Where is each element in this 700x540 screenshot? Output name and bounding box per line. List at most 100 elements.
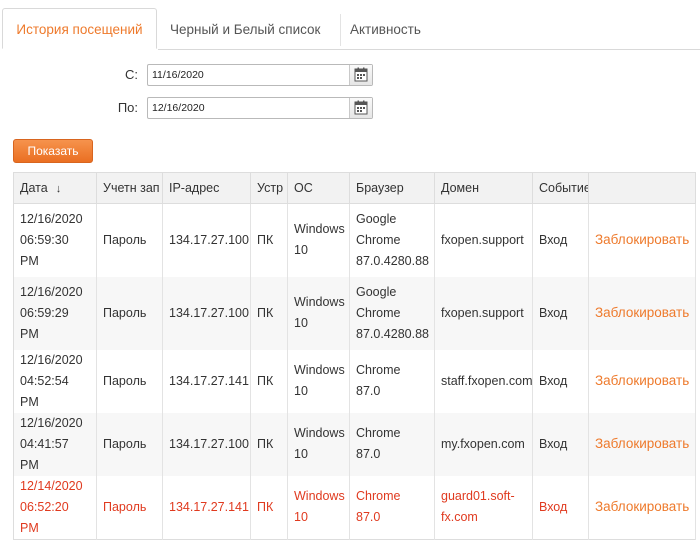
date-text: 12/16/2020 [20, 211, 83, 226]
browser-line: 87.0.4280.88 [356, 326, 429, 341]
to-date-field [147, 97, 373, 119]
cell-os: Windows 10 [287, 412, 350, 476]
os-name: Windows [294, 426, 345, 440]
os-version: 10 [294, 384, 308, 398]
cell-os: Windows 10 [287, 276, 350, 350]
from-date-field [147, 64, 373, 86]
column-header-event[interactable]: Событие [532, 172, 589, 204]
cell-date: 12/16/2020 06:59:29 PM [13, 276, 97, 350]
column-header-ip[interactable]: IP-адрес [162, 172, 251, 204]
cell-action: Заблокировать [588, 475, 696, 539]
cell-account: Пароль [96, 475, 163, 539]
time-text: 04:41:57 PM [20, 436, 69, 472]
date-text: 12/16/2020 [20, 284, 83, 299]
browser-line: Google [356, 284, 397, 299]
cell-action: Заблокировать [588, 349, 696, 413]
tab-black-white-list[interactable]: Черный и Белый список [170, 12, 320, 48]
cell-os: Windows 10 [287, 203, 350, 277]
to-calendar-button[interactable] [349, 98, 372, 118]
time-text: 04:52:54 PM [20, 373, 69, 409]
cell-action: Заблокировать [588, 412, 696, 476]
show-button[interactable]: Показать [13, 139, 93, 163]
os-version: 10 [294, 510, 308, 524]
cell-ip: 134.17.27.100 [162, 203, 251, 277]
tab-bar: История посещений Черный и Белый список … [0, 0, 700, 50]
cell-device: ПК [250, 276, 288, 350]
to-label: По: [117, 100, 138, 115]
block-link[interactable]: Заблокировать [595, 436, 689, 451]
column-header-label: Дата [20, 181, 48, 195]
cell-domain: fxopen.support [434, 276, 533, 350]
cell-device: ПК [250, 203, 288, 277]
cell-browser: Chrome 87.0 [349, 349, 435, 413]
cell-os: Windows 10 [287, 349, 350, 413]
time-text: 06:59:30 PM [20, 232, 69, 268]
tab-activity[interactable]: Активность [350, 12, 421, 48]
cell-event: Вход [532, 475, 589, 539]
block-link[interactable]: Заблокировать [595, 232, 689, 247]
cell-device: ПК [250, 412, 288, 476]
cell-ip: 134.17.27.141 [162, 349, 251, 413]
cell-domain: my.fxopen.com [434, 412, 533, 476]
tab-visit-history[interactable]: История посещений [2, 8, 157, 49]
cell-date: 12/16/2020 04:52:54 PM [13, 349, 97, 413]
column-header-device[interactable]: Устр [250, 172, 288, 204]
cell-action: Заблокировать [588, 203, 696, 277]
column-header-date[interactable]: Дата ↓ [13, 172, 97, 204]
table-row: 12/16/2020 06:59:30 PM Пароль 134.17.27.1… [13, 203, 696, 277]
cell-date: 12/16/2020 04:41:57 PM [13, 412, 97, 476]
domain-line: fx.com [441, 510, 478, 524]
os-name: Windows [294, 295, 345, 309]
calendar-icon [354, 67, 368, 82]
cell-browser: Chrome 87.0 [349, 412, 435, 476]
time-text: 06:59:29 PM [20, 305, 69, 341]
visit-history-table: Дата ↓ Учетн зап IP-адрес Устр ОС Браузер… [13, 172, 696, 540]
time-text: 06:52:20 PM [20, 499, 69, 535]
os-name: Windows [294, 489, 345, 503]
cell-event: Вход [532, 203, 589, 277]
block-link[interactable]: Заблокировать [595, 499, 689, 514]
column-header-os[interactable]: ОС [287, 172, 350, 204]
column-header-domain[interactable]: Домен [434, 172, 533, 204]
cell-ip: 134.17.27.141 [162, 475, 251, 539]
column-header-account[interactable]: Учетн зап [96, 172, 163, 204]
cell-device: ПК [250, 475, 288, 539]
column-header-action [588, 172, 696, 204]
cell-account: Пароль [96, 276, 163, 350]
os-version: 10 [294, 316, 308, 330]
cell-domain: staff.fxopen.com [434, 349, 533, 413]
table-row: 12/16/2020 04:41:57 PM Пароль 134.17.27.1… [13, 412, 696, 476]
cell-action: Заблокировать [588, 276, 696, 350]
tab-bar-divider [158, 49, 700, 50]
cell-date: 12/16/2020 06:59:30 PM [13, 203, 97, 277]
browser-line: Google [356, 211, 397, 226]
os-name: Windows [294, 222, 345, 237]
cell-event: Вход [532, 349, 589, 413]
cell-domain: guard01.soft-fx.com [434, 475, 533, 539]
block-link[interactable]: Заблокировать [595, 373, 689, 388]
browser-line: Chrome [356, 232, 401, 247]
cell-device: ПК [250, 349, 288, 413]
cell-date: 12/14/2020 06:52:20 PM [13, 475, 97, 539]
from-date-input[interactable] [148, 65, 348, 85]
to-date-input[interactable] [148, 98, 348, 118]
domain-line: guard01.soft- [441, 489, 515, 503]
calendar-icon [354, 100, 368, 115]
cell-event: Вход [532, 412, 589, 476]
cell-account: Пароль [96, 412, 163, 476]
cell-ip: 134.17.27.100 [162, 412, 251, 476]
cell-domain: fxopen.support [434, 203, 533, 277]
block-link[interactable]: Заблокировать [595, 305, 689, 320]
from-calendar-button[interactable] [349, 65, 372, 85]
table-header-row: Дата ↓ Учетн зап IP-адрес Устр ОС Браузер… [13, 172, 696, 204]
cell-browser: Google Chrome 87.0.4280.88 [349, 276, 435, 350]
cell-browser: Chrome 87.0 [349, 475, 435, 539]
cell-event: Вход [532, 276, 589, 350]
column-header-browser[interactable]: Браузер [349, 172, 435, 204]
cell-account: Пароль [96, 349, 163, 413]
table-row: 12/16/2020 06:59:29 PM Пароль 134.17.27.1… [13, 276, 696, 350]
table-row: 12/14/2020 06:52:20 PM Пароль 134.17.27.1… [13, 475, 696, 539]
os-version: 10 [294, 243, 308, 258]
browser-line: Chrome [356, 305, 401, 320]
date-text: 12/16/2020 [20, 352, 83, 367]
